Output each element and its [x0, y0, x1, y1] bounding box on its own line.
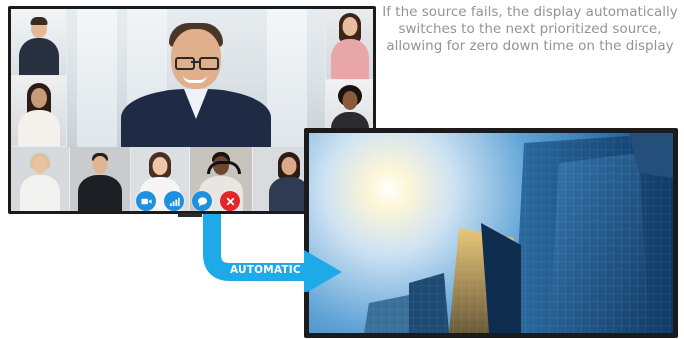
call-controls: [136, 191, 240, 211]
chat-bubble-icon: [197, 196, 207, 207]
end-call-button[interactable]: [220, 191, 240, 211]
main-speaker-tile[interactable]: [67, 9, 325, 147]
backup-source-display: [304, 128, 678, 338]
participant-tile[interactable]: [326, 9, 373, 79]
participant-tile[interactable]: [11, 9, 66, 75]
description-text: If the source fails, the display automat…: [382, 4, 678, 54]
skyscrapers-illustration: [364, 133, 673, 333]
signal-button[interactable]: [164, 191, 184, 211]
city-skyline-image: [309, 133, 673, 333]
close-icon: [226, 197, 234, 205]
signal-bars-icon: [169, 197, 180, 206]
video-camera-icon: [140, 198, 152, 204]
switch-arrow-icon: [203, 214, 342, 292]
participant-tile[interactable]: [70, 147, 130, 211]
participant-tile[interactable]: [11, 147, 69, 211]
automatic-label: AUTOMATIC: [230, 264, 301, 276]
chat-button[interactable]: [192, 191, 212, 211]
participant-tile[interactable]: [11, 76, 66, 146]
camera-button[interactable]: [136, 191, 156, 211]
